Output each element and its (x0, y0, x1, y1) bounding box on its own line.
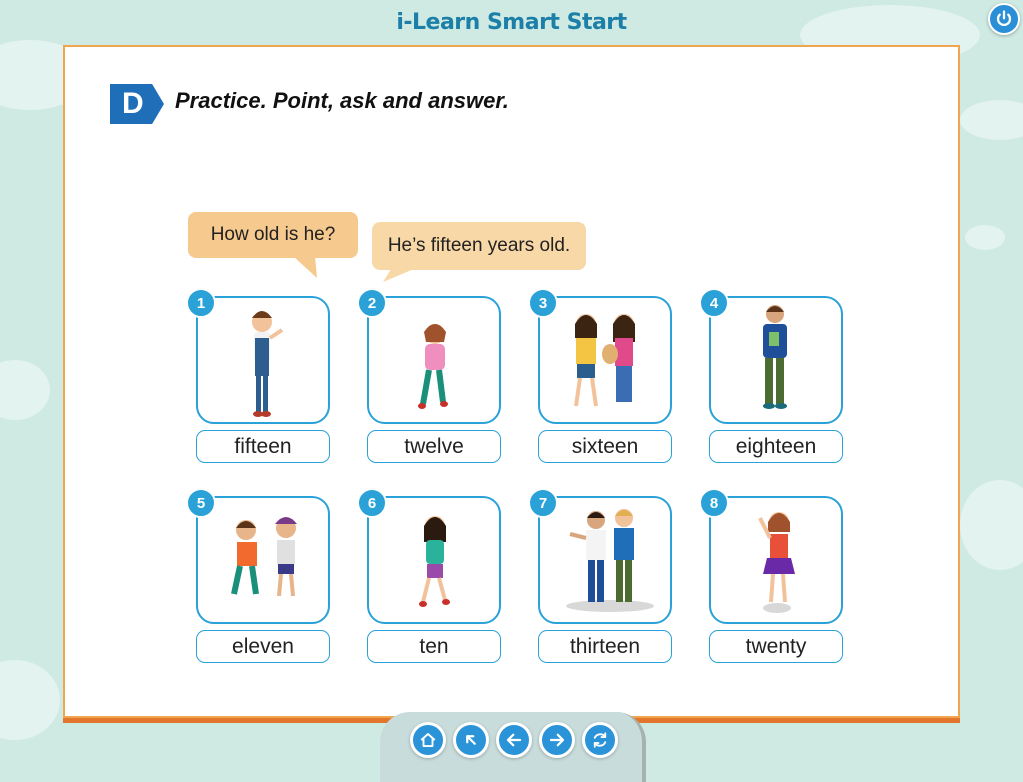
answer-bubble-tail (383, 266, 421, 282)
next-icon (549, 733, 565, 747)
child-illustration (367, 296, 501, 424)
back-arrow-icon (466, 735, 476, 745)
item-label: eighteen (709, 430, 843, 463)
item-number: 3 (528, 288, 558, 318)
background-cloud (0, 360, 50, 420)
next-button[interactable] (539, 722, 575, 758)
background-cloud (960, 480, 1023, 570)
background-cloud (0, 660, 60, 740)
child-illustration (538, 496, 672, 624)
item-label: ten (367, 630, 501, 663)
boy-figure (252, 311, 284, 417)
back-button[interactable] (453, 722, 489, 758)
question-text: How old is he? (210, 224, 336, 245)
child-illustration (709, 296, 843, 424)
child-illustration (367, 496, 501, 624)
girl-figure (418, 324, 448, 409)
item-number: 1 (186, 288, 216, 318)
power-icon (996, 10, 1012, 27)
child-illustration (709, 496, 843, 624)
question-bubble-tail (293, 256, 317, 278)
item-label: twelve (367, 430, 501, 463)
answer-bubble: He’s fifteen years old. (372, 222, 586, 270)
teen-boy-figure (763, 305, 787, 409)
refresh-button[interactable] (582, 722, 618, 758)
two-boys-figure (231, 517, 297, 597)
app-title: i-Learn Smart Start (396, 10, 627, 35)
section-badge: D (110, 84, 164, 124)
small-girl-figure (419, 516, 450, 607)
item-number: 5 (186, 488, 216, 518)
waving-girl-figure (758, 512, 795, 613)
background-cloud (965, 225, 1005, 250)
item-label: sixteen (538, 430, 672, 463)
item-number: 6 (357, 488, 387, 518)
two-teens-figure (566, 509, 654, 612)
previous-icon (506, 733, 522, 747)
exercise-page: D Practice. Point, ask and answer. How o… (63, 45, 960, 718)
background-cloud (960, 100, 1023, 140)
item-number: 4 (699, 288, 729, 318)
home-button[interactable] (410, 722, 446, 758)
child-illustration (196, 296, 330, 424)
instruction-text: Practice. Point, ask and answer. (175, 88, 509, 113)
power-button[interactable] (988, 3, 1020, 35)
question-bubble: How old is he? (188, 212, 358, 258)
item-number: 8 (699, 488, 729, 518)
child-illustration (538, 296, 672, 424)
child-illustration (196, 496, 330, 624)
item-label: eleven (196, 630, 330, 663)
previous-button[interactable] (496, 722, 532, 758)
item-number: 7 (528, 488, 558, 518)
refresh-icon (593, 732, 607, 748)
home-icon (420, 733, 436, 747)
item-label: fifteen (196, 430, 330, 463)
two-girls-figure (574, 314, 635, 407)
item-number: 2 (357, 288, 387, 318)
answer-text: He’s fifteen years old. (387, 235, 571, 256)
item-label: twenty (709, 630, 843, 663)
item-label: thirteen (538, 630, 672, 663)
